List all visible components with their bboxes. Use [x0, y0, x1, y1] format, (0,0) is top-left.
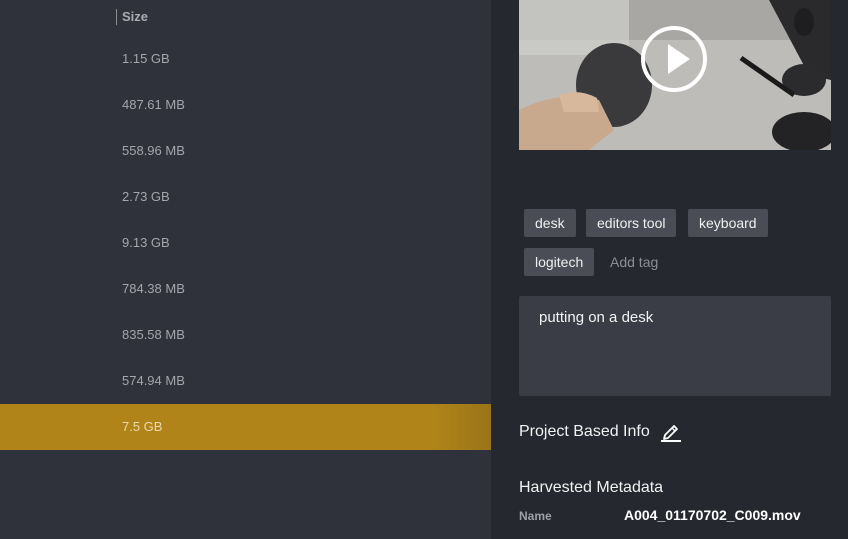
- file-size: 1.15 GB: [122, 51, 170, 66]
- description-field[interactable]: putting on a desk: [519, 296, 831, 396]
- table-row[interactable]: 835.58 MB: [0, 312, 491, 358]
- tag-chip[interactable]: keyboard: [688, 209, 768, 237]
- size-column-header[interactable]: Size: [116, 9, 148, 25]
- file-size: 558.96 MB: [122, 143, 185, 158]
- file-size: 2.73 GB: [122, 189, 170, 204]
- play-icon[interactable]: [641, 26, 707, 92]
- harvested-metadata-title: Harvested Metadata: [519, 479, 664, 496]
- table-row-selected[interactable]: 7.5 GB: [0, 404, 491, 450]
- metadata-label: Name: [519, 509, 552, 523]
- file-size: 7.5 GB: [122, 419, 163, 434]
- file-size: 784.38 MB: [122, 281, 185, 296]
- file-size: 487.61 MB: [122, 97, 185, 112]
- add-tag-input[interactable]: Add tag: [610, 248, 658, 276]
- metadata-value: A004_01170702_C009.mov: [624, 507, 801, 523]
- table-row[interactable]: 2.73 GB: [0, 174, 491, 220]
- video-thumbnail[interactable]: [519, 0, 831, 150]
- file-size: 835.58 MB: [122, 327, 185, 342]
- table-row[interactable]: 1.15 GB: [0, 36, 491, 82]
- details-panel: desk editors tool keyboard logitech Add …: [491, 0, 848, 539]
- tag-chip[interactable]: editors tool: [586, 209, 677, 237]
- table-row[interactable]: 558.96 MB: [0, 128, 491, 174]
- table-row[interactable]: 784.38 MB: [0, 266, 491, 312]
- file-size: 574.94 MB: [122, 373, 185, 388]
- file-list-panel: Size 1.15 GB 487.61 MB 558.96 MB 2.73 GB…: [0, 0, 491, 539]
- file-size: 9.13 GB: [122, 235, 170, 250]
- table-row[interactable]: 487.61 MB: [0, 82, 491, 128]
- tag-chip[interactable]: logitech: [524, 248, 595, 276]
- table-row[interactable]: 9.13 GB: [0, 220, 491, 266]
- tag-chip[interactable]: desk: [524, 209, 576, 237]
- app-root: Size 1.15 GB 487.61 MB 558.96 MB 2.73 GB…: [0, 0, 848, 539]
- project-info-title: Project Based Info: [519, 423, 650, 440]
- file-rows: 1.15 GB 487.61 MB 558.96 MB 2.73 GB 9.13…: [0, 36, 491, 450]
- table-row[interactable]: 574.94 MB: [0, 358, 491, 404]
- pencil-icon[interactable]: [660, 420, 682, 442]
